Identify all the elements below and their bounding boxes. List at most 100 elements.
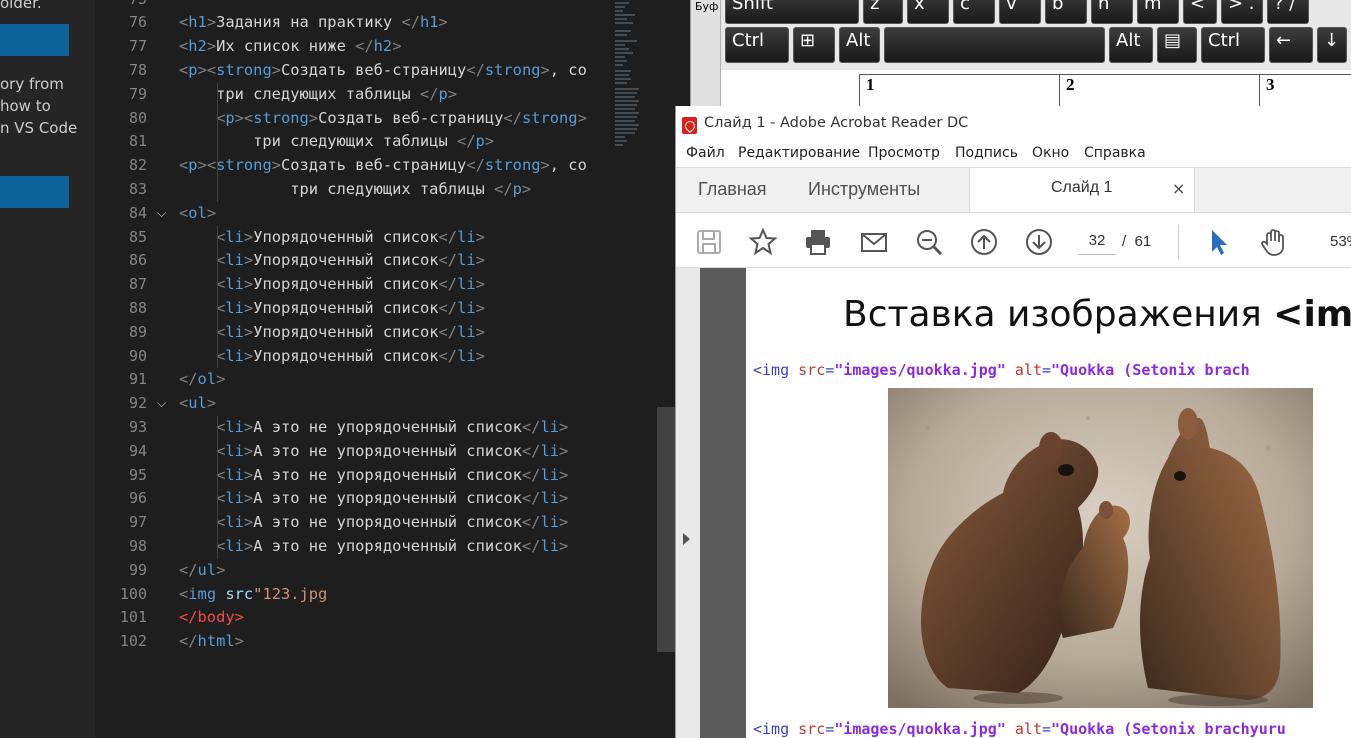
keyboard-key[interactable]: b: [1045, 0, 1087, 24]
fold-chevron-icon[interactable]: ⌵: [157, 392, 171, 416]
indent-guide: [217, 82, 218, 202]
code-line[interactable]: <li>Упорядоченный список</li>: [179, 249, 485, 273]
code-line[interactable]: <p><strong>Создать веб-страницу</strong>…: [179, 59, 587, 83]
code-line[interactable]: <li>А это не упорядоченный список</li>: [179, 416, 568, 440]
keyboard-key[interactable]: Alt: [1109, 27, 1153, 63]
quokka-photo: [888, 388, 1313, 708]
keyboard-key[interactable]: ▤: [1157, 27, 1197, 63]
email-icon[interactable]: [859, 227, 889, 257]
keyboard-key[interactable]: Alt: [839, 27, 880, 63]
code-line[interactable]: <li>Упорядоченный список</li>: [179, 345, 485, 369]
keyboard-key[interactable]: c: [953, 0, 995, 24]
keyboard-key[interactable]: z: [863, 0, 903, 24]
minimap-line: [615, 64, 623, 66]
code-line[interactable]: <ul>: [179, 392, 216, 416]
code-line[interactable]: три следующих таблицы </p>: [179, 130, 494, 154]
line-number: 90: [128, 346, 147, 365]
fold-chevron-icon[interactable]: ⌵: [157, 202, 171, 226]
menu-help[interactable]: Справка: [1084, 145, 1146, 161]
next-page-icon[interactable]: [1024, 227, 1054, 257]
keyboard-key[interactable]: Shift: [725, 0, 859, 24]
document-viewer[interactable]: Вставка изображения <img <img src="image…: [676, 268, 1351, 738]
code-line[interactable]: <li>А это не упорядоченный список</li>: [179, 440, 568, 464]
code-line[interactable]: <h1>Задания на практику </h1>: [179, 11, 448, 35]
keyboard-key[interactable]: ? /: [1267, 0, 1309, 24]
code-line[interactable]: три следующих таблицы </p>: [179, 178, 531, 202]
line-number: 94: [128, 441, 147, 460]
tab-tools[interactable]: Инструменты: [808, 179, 920, 200]
code-line[interactable]: <li>А это не упорядоченный список</li>: [179, 535, 568, 559]
keyboard-key[interactable]: v: [999, 0, 1041, 24]
scrollbar-thumb[interactable]: [657, 407, 675, 652]
minimap-line: [615, 124, 639, 126]
minimap-line: [615, 44, 625, 46]
code-line[interactable]: <li>А это не упорядоченный список</li>: [179, 511, 568, 535]
keyboard-key[interactable]: x: [907, 0, 949, 24]
explorer-text: older.: [0, 0, 42, 12]
code-line[interactable]: </body>: [179, 606, 244, 630]
keyboard-key[interactable]: [884, 27, 1105, 63]
zoom-level[interactable]: 53%: [1330, 233, 1351, 250]
minimap-line: [615, 34, 627, 36]
zoom-out-icon[interactable]: [914, 227, 944, 257]
code-area[interactable]: <h1>Задания на практику </h1> <h2>Их спис…: [179, 0, 603, 738]
explorer-secondary-button[interactable]: [0, 176, 69, 208]
keyboard-key[interactable]: Ctrl: [1201, 27, 1265, 63]
tab-home[interactable]: Главная: [698, 179, 767, 200]
save-icon[interactable]: [694, 227, 724, 257]
page-number-input[interactable]: 32: [1078, 227, 1116, 255]
code-line[interactable]: <li>Упорядоченный список</li>: [179, 226, 485, 250]
menu-edit[interactable]: Редактирование: [738, 145, 860, 161]
close-tab-icon[interactable]: ×: [1172, 179, 1185, 198]
code-line[interactable]: </ul>: [179, 559, 225, 583]
menu-window[interactable]: Окно: [1032, 145, 1069, 161]
editor-scrollbar[interactable]: [657, 0, 675, 738]
keyboard-key[interactable]: ↓: [1317, 27, 1347, 63]
code-line[interactable]: три следующих таблицы </p>: [179, 83, 457, 107]
previous-page-icon[interactable]: [969, 227, 999, 257]
menu-sign[interactable]: Подпись: [955, 145, 1018, 161]
code-line[interactable]: <li>А это не упорядоченный список</li>: [179, 464, 568, 488]
explorer-text: n VS Code: [0, 119, 78, 137]
tab-document[interactable]: Слайд 1 ×: [969, 168, 1195, 213]
keyboard-key[interactable]: ←: [1269, 27, 1313, 63]
minimap-line: [615, 56, 625, 58]
code-line[interactable]: <li>А это не упорядоченный список</li>: [179, 487, 568, 511]
minimap[interactable]: [603, 0, 657, 738]
print-icon[interactable]: [803, 227, 833, 257]
code-line[interactable]: </ol>: [179, 368, 225, 392]
tab-bar: Главная Инструменты Слайд 1 ×: [676, 167, 1351, 213]
code-line[interactable]: <img src"123.jpg: [179, 583, 327, 607]
code-line[interactable]: <li>Упорядоченный список</li>: [179, 273, 485, 297]
keyboard-key[interactable]: n: [1091, 0, 1133, 24]
keyboard-key[interactable]: ⊞: [793, 27, 835, 63]
code-line[interactable]: <p><strong>Создать веб-страницу</strong>: [179, 107, 587, 131]
code-line[interactable]: <ol>: [179, 202, 216, 226]
keyboard-key[interactable]: Ctrl: [725, 27, 789, 63]
line-number: 89: [128, 322, 147, 341]
select-cursor-icon[interactable]: [1204, 227, 1234, 257]
code-line[interactable]: <li>Упорядоченный список</li>: [179, 297, 485, 321]
on-screen-keyboard: Буф Shiftzxcvbnm< ,> .? /Ctrl⊞AltAlt▤Ctr…: [690, 0, 1351, 106]
keyboard-key[interactable]: > .: [1221, 0, 1263, 24]
code-line[interactable]: <h2>Их список ниже </h2>: [179, 35, 401, 59]
minimap-line: [615, 22, 633, 24]
keyboard-key[interactable]: < ,: [1183, 0, 1217, 40]
minimap-line: [615, 120, 635, 122]
menu-file[interactable]: Файл: [686, 145, 725, 161]
minimap-line: [615, 52, 633, 54]
code-editor[interactable]: 75 76 77 78 79 80 81 82 83 84 ⌵ 85 86 87 88 89 90 91 92 ⌵ 93…: [95, 0, 603, 738]
code-line[interactable]: </html>: [179, 630, 244, 654]
minimap-line: [615, 82, 627, 84]
hand-tool-icon[interactable]: [1258, 227, 1288, 257]
explorer-primary-button[interactable]: [0, 24, 69, 56]
bookmark-star-icon[interactable]: [748, 227, 778, 257]
line-number: 97: [128, 513, 147, 532]
line-number: 99: [128, 560, 147, 579]
keyboard-key[interactable]: m: [1137, 0, 1179, 24]
expand-arrow-icon[interactable]: [683, 533, 690, 545]
menu-view[interactable]: Просмотр: [868, 145, 940, 161]
code-line[interactable]: <p><strong>Создать веб-страницу</strong>…: [179, 154, 587, 178]
navigation-panel-toggle[interactable]: [676, 268, 700, 738]
code-line[interactable]: <li>Упорядоченный список</li>: [179, 321, 485, 345]
